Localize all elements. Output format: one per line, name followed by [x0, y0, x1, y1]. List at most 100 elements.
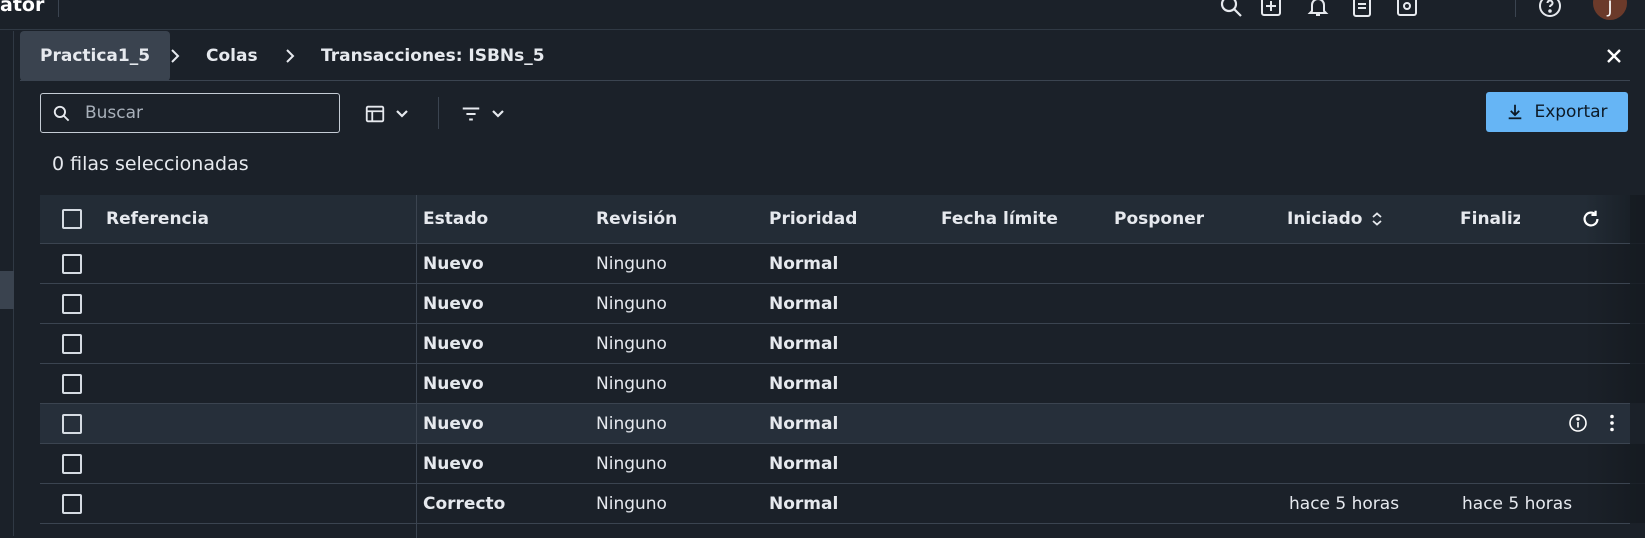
- toolbar-divider: [438, 97, 439, 129]
- select-all-checkbox[interactable]: [62, 209, 82, 229]
- row-checkbox[interactable]: [62, 334, 82, 354]
- column-header-fecha-limite[interactable]: Fecha límite: [941, 195, 1058, 243]
- row-actions: [1568, 413, 1622, 433]
- row-checkbox[interactable]: [62, 294, 82, 314]
- breadcrumb-item-colas[interactable]: Colas: [206, 31, 258, 81]
- breadcrumb-item-transacciones: Transacciones: ISBNs_5: [321, 46, 545, 66]
- table-row[interactable]: Nuevo Ninguno Normal: [40, 364, 1645, 404]
- column-divider: [416, 404, 417, 443]
- cell-estado: Correcto: [423, 493, 506, 514]
- cell-iniciado: hace 5 horas: [1289, 493, 1400, 514]
- column-header-iniciado[interactable]: Iniciado: [1287, 195, 1384, 243]
- cell-revision: Ninguno: [596, 253, 667, 274]
- row-checkbox[interactable]: [62, 454, 82, 474]
- column-header-prioridad[interactable]: Prioridad: [769, 195, 857, 243]
- help-icon[interactable]: [1538, 0, 1564, 18]
- row-overflow-fade: [1585, 444, 1645, 483]
- chevron-down-icon: [492, 110, 504, 118]
- row-overflow-fade: [1585, 244, 1645, 283]
- left-sidebar-strip: [0, 31, 14, 536]
- search-icon[interactable]: [1219, 0, 1245, 18]
- row-overflow-fade: [1585, 324, 1645, 363]
- close-icon[interactable]: [1603, 45, 1625, 67]
- cell-prioridad: Normal: [769, 333, 839, 354]
- chevron-right-icon: [286, 49, 295, 63]
- refresh-icon[interactable]: [1580, 208, 1602, 230]
- table-body: Nuevo Ninguno Normal Nuevo Ninguno Normal Nuev…: [40, 244, 1645, 524]
- cell-revision: Ninguno: [596, 373, 667, 394]
- row-overflow-fade: [1585, 364, 1645, 403]
- chevron-down-icon: [396, 110, 408, 118]
- transactions-panel: Practica1_5 Colas Transacciones: ISBNs_5…: [20, 31, 1645, 538]
- cell-revision: Ninguno: [596, 293, 667, 314]
- row-checkbox[interactable]: [62, 414, 82, 434]
- column-divider: [416, 244, 417, 283]
- cell-prioridad: Normal: [769, 493, 839, 514]
- cell-prioridad: Normal: [769, 413, 839, 434]
- column-chooser-button[interactable]: [364, 101, 410, 127]
- cell-revision: Ninguno: [596, 453, 667, 474]
- table-row[interactable]: Nuevo Ninguno Normal: [40, 284, 1645, 324]
- column-header-posponer[interactable]: Posponer: [1114, 195, 1204, 243]
- column-header-finalizado[interactable]: Finaliz: [1460, 195, 1520, 243]
- column-header-revision[interactable]: Revisión: [596, 195, 677, 243]
- info-icon[interactable]: [1568, 413, 1588, 433]
- cell-estado: Nuevo: [423, 333, 484, 354]
- download-icon: [1509, 104, 1522, 120]
- table-header: Referencia Estado Revisión Prioridad Fec…: [40, 195, 1645, 244]
- table-row[interactable]: Nuevo Ninguno Normal: [40, 324, 1645, 364]
- app-title: ator: [0, 0, 45, 16]
- cell-estado: Nuevo: [423, 413, 484, 434]
- cell-prioridad: Normal: [769, 373, 839, 394]
- row-checkbox[interactable]: [62, 374, 82, 394]
- table-row[interactable]: Nuevo Ninguno Normal: [40, 244, 1645, 284]
- column-divider[interactable]: [416, 195, 417, 243]
- avatar[interactable]: J: [1593, 0, 1627, 20]
- search-input[interactable]: [83, 100, 328, 126]
- cell-prioridad: Normal: [769, 293, 839, 314]
- export-button[interactable]: Exportar: [1486, 92, 1628, 132]
- cell-estado: Nuevo: [423, 453, 484, 474]
- cell-revision: Ninguno: [596, 493, 667, 514]
- cell-finalizado: hace 5 horas: [1462, 493, 1573, 514]
- breadcrumb-item-practica[interactable]: Practica1_5: [20, 31, 171, 81]
- table-columns-icon: [365, 105, 385, 123]
- chevron-right-icon: [171, 49, 180, 63]
- clipboard-icon[interactable]: [1350, 0, 1376, 18]
- table-row[interactable]: Nuevo Ninguno Normal: [40, 444, 1645, 484]
- bell-icon[interactable]: [1306, 0, 1332, 18]
- cell-prioridad: Normal: [769, 453, 839, 474]
- add-box-icon[interactable]: [1259, 0, 1285, 18]
- more-vertical-icon[interactable]: [1602, 413, 1622, 433]
- table-row[interactable]: Correcto Ninguno Normal hace 5 horas hace 5 …: [40, 484, 1645, 524]
- column-header-estado[interactable]: Estado: [423, 195, 488, 243]
- row-checkbox[interactable]: [62, 254, 82, 274]
- cell-estado: Nuevo: [423, 293, 484, 314]
- table-row[interactable]: Nuevo Ninguno Normal: [40, 404, 1630, 444]
- column-divider: [416, 444, 417, 483]
- export-label: Exportar: [1534, 102, 1608, 122]
- cell-revision: Ninguno: [596, 413, 667, 434]
- column-divider: [416, 364, 417, 403]
- sidebar-selected-item[interactable]: [0, 271, 14, 309]
- transactions-table: Referencia Estado Revisión Prioridad Fec…: [40, 195, 1645, 538]
- topbar-divider: [58, 0, 59, 17]
- search-box: [40, 93, 340, 133]
- topbar-divider: [1515, 0, 1516, 17]
- cell-revision: Ninguno: [596, 333, 667, 354]
- column-header-referencia[interactable]: Referencia: [106, 195, 209, 243]
- cell-estado: Nuevo: [423, 253, 484, 274]
- filter-button[interactable]: [460, 101, 506, 127]
- column-divider: [416, 324, 417, 363]
- settings-icon[interactable]: [1395, 0, 1421, 18]
- sort-icon[interactable]: [1370, 212, 1384, 226]
- selected-rows-count: 0 filas seleccionadas: [52, 153, 249, 175]
- cell-prioridad: Normal: [769, 253, 839, 274]
- column-divider: [416, 284, 417, 323]
- row-overflow-fade: [1585, 284, 1645, 323]
- top-app-bar: ator J: [0, 0, 1645, 30]
- column-divider: [416, 484, 417, 523]
- row-overflow-fade: [1585, 484, 1645, 523]
- cell-estado: Nuevo: [423, 373, 484, 394]
- row-checkbox[interactable]: [62, 494, 82, 514]
